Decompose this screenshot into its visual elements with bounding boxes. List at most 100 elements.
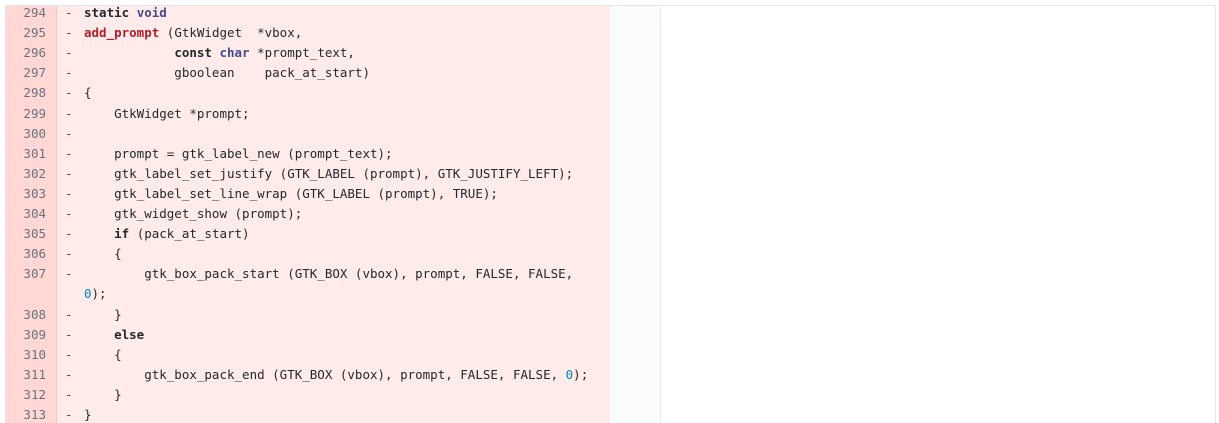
diff-line[interactable]: 311 - gtk_box_pack_end (GTK_BOX (vbox), p… xyxy=(6,365,610,385)
code-text: if (pack_at_start) xyxy=(84,224,250,244)
removed-marker: - xyxy=(65,45,73,61)
diff-line[interactable]: 309 - else xyxy=(6,325,610,345)
code-text: gtk_label_set_justify (GTK_LABEL (prompt… xyxy=(84,164,573,184)
line-number[interactable]: 301 xyxy=(6,144,46,164)
line-number[interactable]: 308 xyxy=(6,305,46,325)
token: (pack_at_start) xyxy=(129,226,250,242)
line-number[interactable]: 307 xyxy=(6,264,46,284)
code-text: { xyxy=(84,345,122,365)
diff-line[interactable]: 299 - GtkWidget *prompt; xyxy=(6,104,610,124)
removed-marker: - xyxy=(65,226,73,242)
diff-line[interactable]: 295 - add_prompt (GtkWidget *vbox, xyxy=(6,23,610,43)
removed-marker: - xyxy=(65,165,73,181)
removed-marker: - xyxy=(65,326,73,342)
line-number[interactable]: 297 xyxy=(6,63,46,83)
removed-marker: - xyxy=(65,65,73,81)
line-number[interactable]: 303 xyxy=(6,184,46,204)
diff-line[interactable]: 312 - } xyxy=(6,385,610,405)
removed-side-panel: 294- static void 295- add_prompt (GtkWidget… xyxy=(6,6,610,423)
diff-line[interactable]: 0); xyxy=(6,284,610,304)
token: { xyxy=(84,85,92,101)
line-number[interactable]: 313 xyxy=(6,405,46,423)
diff-line[interactable]: 307 - gtk_box_pack_start (GTK_BOX (vbox),… xyxy=(6,264,610,284)
line-number[interactable]: 300 xyxy=(6,124,46,144)
token-kw: const xyxy=(174,45,212,61)
line-number[interactable]: 306 xyxy=(6,244,46,264)
removed-marker: - xyxy=(65,306,73,322)
token: gtk_box_pack_end (GTK_BOX (vbox), prompt… xyxy=(84,366,566,382)
line-number[interactable]: 312 xyxy=(6,385,46,405)
split-diff-view: 294- static void 295- add_prompt (GtkWidget… xyxy=(5,5,1216,423)
code-text: add_prompt (GtkWidget *vbox, xyxy=(84,23,302,43)
diff-line[interactable]: 304 - gtk_widget_show (prompt); xyxy=(6,204,610,224)
token: { xyxy=(84,246,122,262)
code-text: gtk_widget_show (prompt); xyxy=(84,204,302,224)
code-text: gtk_box_pack_start (GTK_BOX (vbox), prom… xyxy=(84,264,573,284)
diff-line[interactable]: 303 - gtk_label_set_line_wrap (GTK_LABEL … xyxy=(6,184,610,204)
token-kw: else xyxy=(114,326,145,342)
token: GtkWidget *prompt; xyxy=(84,105,250,121)
line-number[interactable]: 298 xyxy=(6,83,46,103)
diff-line[interactable]: 308 - } xyxy=(6,305,610,325)
removed-marker: - xyxy=(65,386,73,402)
token: } xyxy=(84,407,92,422)
removed-marker: - xyxy=(65,125,73,141)
token-fn: add_prompt xyxy=(84,25,160,41)
diff-line[interactable]: 296 - const char *prompt_text, xyxy=(6,43,610,63)
code-text: } xyxy=(84,305,122,325)
diff-line[interactable]: 302 - gtk_label_set_justify (GTK_LABEL (p… xyxy=(6,164,610,184)
diff-line[interactable]: 301 - prompt = gtk_label_new (prompt_text… xyxy=(6,144,610,164)
token: { xyxy=(84,346,122,362)
removed-marker: - xyxy=(65,105,73,121)
token: prompt = gtk_label_new (prompt_text); xyxy=(84,145,393,161)
code-text: } xyxy=(84,405,92,423)
token: } xyxy=(84,306,122,322)
line-number[interactable]: 295 xyxy=(6,23,46,43)
line-number[interactable]: 299 xyxy=(6,104,46,124)
diff-line[interactable]: 294 - static void xyxy=(6,5,610,23)
diff-line[interactable]: 306 - { xyxy=(6,244,610,264)
diff-line[interactable]: 298 -{ xyxy=(6,83,610,103)
line-number[interactable]: 309 xyxy=(6,325,46,345)
diff-line[interactable]: 313 -} xyxy=(6,405,610,423)
removed-marker: - xyxy=(65,346,73,362)
token-kw: static xyxy=(84,5,130,20)
token: gtk_label_set_line_wrap (GTK_LABEL (prom… xyxy=(84,185,498,201)
line-number[interactable]: 302 xyxy=(6,164,46,184)
code-text: { xyxy=(84,83,92,103)
token: gtk_widget_show (prompt); xyxy=(84,206,303,221)
diff-line[interactable]: 305 - if (pack_at_start) xyxy=(6,224,610,244)
token-kw: if xyxy=(114,226,130,242)
line-number[interactable]: 294 xyxy=(6,6,46,23)
diff-line[interactable]: 297 - gboolean pack_at_start) xyxy=(6,63,610,83)
diff-line[interactable]: 300 - xyxy=(6,124,610,144)
token: gboolean pack_at_start) xyxy=(84,65,370,81)
diff-line[interactable]: 310 - { xyxy=(6,345,610,365)
token-numlit: 0 xyxy=(84,286,92,302)
code-text: gboolean pack_at_start) xyxy=(84,63,370,83)
line-number[interactable]: 304 xyxy=(6,204,46,224)
line-number[interactable]: 305 xyxy=(6,224,46,244)
token: *prompt_text, xyxy=(249,45,355,61)
token: } xyxy=(84,386,122,402)
code-text: gtk_box_pack_end (GTK_BOX (vbox), prompt… xyxy=(84,365,588,385)
removed-marker: - xyxy=(65,366,73,382)
token: ); xyxy=(573,366,589,382)
removed-marker: - xyxy=(65,145,73,161)
code-text: GtkWidget *prompt; xyxy=(84,104,250,124)
token: ); xyxy=(91,286,107,302)
removed-marker: - xyxy=(65,266,73,282)
code-text: { xyxy=(84,244,122,264)
token: (GtkWidget *vbox, xyxy=(159,25,303,41)
token-ty: char xyxy=(219,45,250,61)
token: gtk_box_pack_start (GTK_BOX (vbox), prom… xyxy=(84,266,574,282)
removed-marker: - xyxy=(65,25,73,41)
line-number[interactable]: 310 xyxy=(6,345,46,365)
added-side-panel-empty xyxy=(661,6,1215,423)
line-number[interactable]: 311 xyxy=(6,365,46,385)
token-ty: void xyxy=(136,5,167,20)
line-number[interactable]: 296 xyxy=(6,43,46,63)
